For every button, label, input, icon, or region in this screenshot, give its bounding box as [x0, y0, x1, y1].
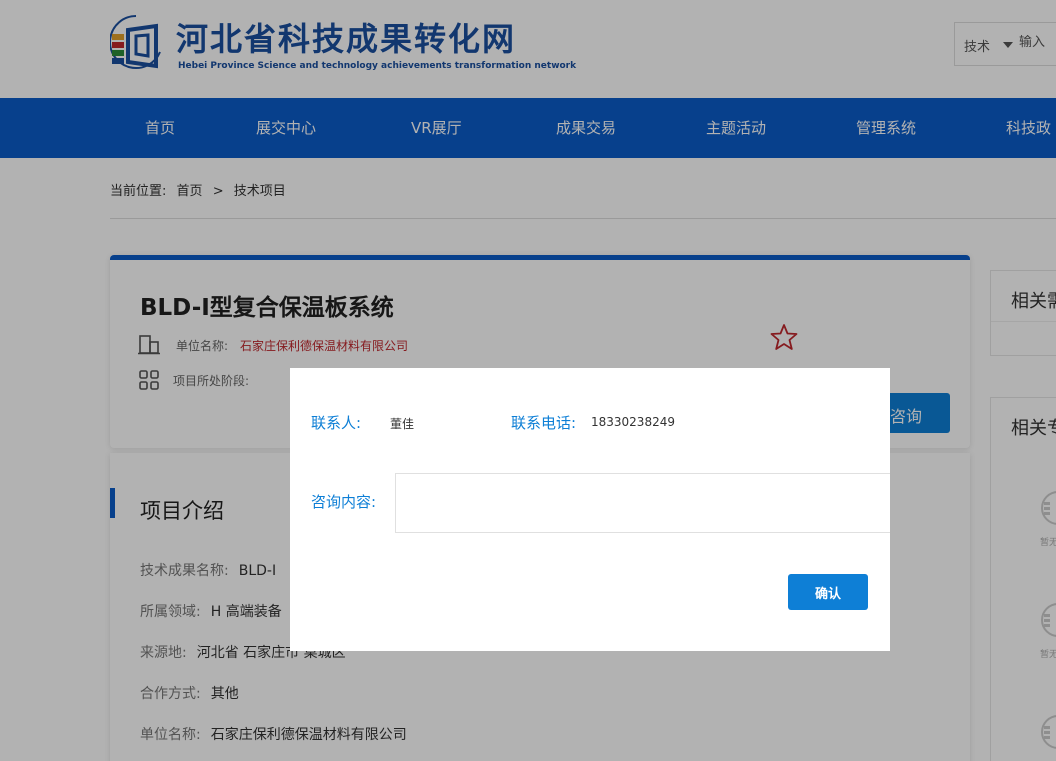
- consult-content-textarea[interactable]: [395, 473, 890, 533]
- phone-label: 联系电话:: [511, 414, 577, 432]
- contact-label: 联系人:: [311, 414, 362, 432]
- contact-value: 董佳: [390, 417, 415, 431]
- consult-dialog: 联系人: 董佳 联系电话: 18330238249 咨询内容: 确认: [290, 368, 890, 651]
- confirm-button[interactable]: 确认: [788, 574, 868, 610]
- phone-value: 18330238249: [591, 415, 675, 429]
- content-label: 咨询内容:: [311, 493, 377, 511]
